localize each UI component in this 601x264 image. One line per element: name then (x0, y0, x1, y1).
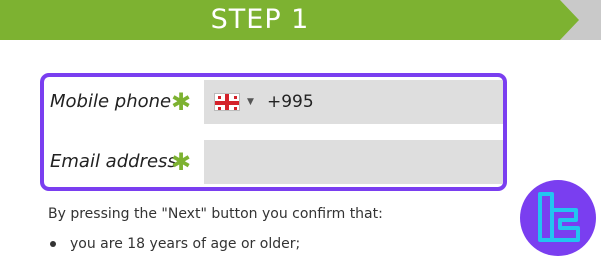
bullet-icon (50, 241, 56, 247)
step-banner: STEP 1 (0, 0, 601, 40)
mobile-phone-label: Mobile phone (50, 91, 172, 112)
brand-logo (520, 180, 596, 256)
dial-code: +995 (267, 92, 314, 112)
mobile-phone-input[interactable]: ▼ +995 (204, 80, 503, 124)
mobile-phone-row: Mobile phone ✱ ▼ +995 (44, 80, 503, 124)
logo-mark-icon (538, 192, 580, 242)
georgia-flag-icon[interactable] (214, 93, 240, 111)
email-row: Email address ✱ (44, 140, 503, 184)
consent-intro: By pressing the "Next" button you confir… (48, 206, 383, 222)
required-asterisk-icon: ✱ (171, 88, 192, 116)
list-item: you are 18 years of age or older; (50, 234, 300, 254)
email-input[interactable] (204, 140, 503, 184)
email-label: Email address (50, 151, 177, 172)
registration-form: Mobile phone ✱ ▼ +995 Email address ✱ (40, 73, 507, 191)
required-asterisk-icon: ✱ (171, 148, 192, 176)
consent-list: you are 18 years of age or older; (50, 234, 300, 254)
step-title: STEP 1 (210, 4, 310, 35)
country-dropdown-caret-icon[interactable]: ▼ (247, 80, 254, 124)
consent-item-text: you are 18 years of age or older; (70, 236, 301, 252)
